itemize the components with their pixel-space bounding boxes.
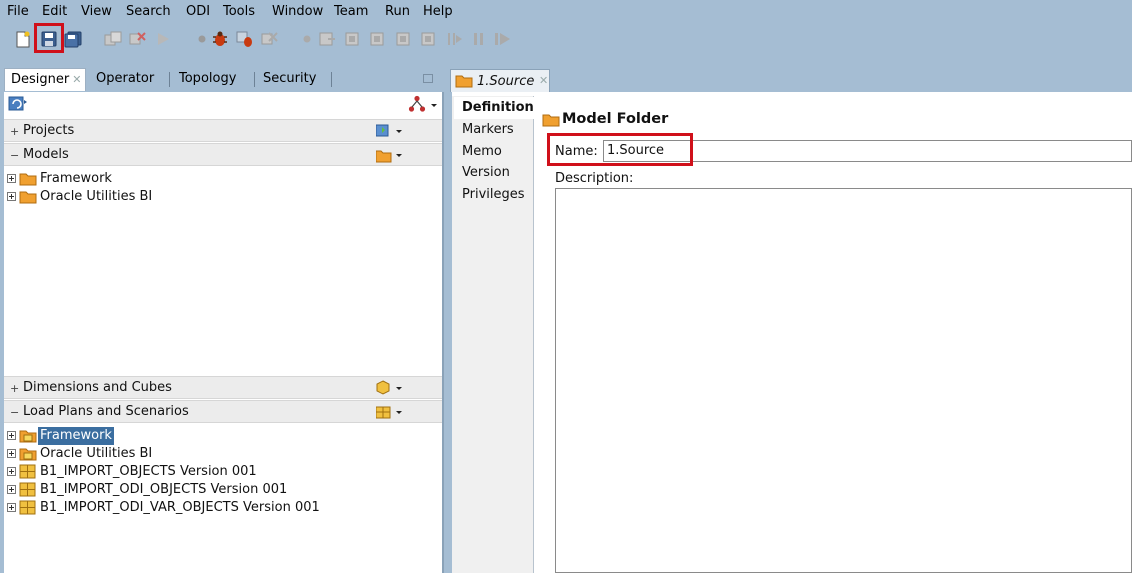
breakpoint-icon <box>193 30 211 48</box>
section-models[interactable]: − Models <box>4 143 442 166</box>
vtab-version[interactable]: Version <box>462 165 510 180</box>
dimensions-menu-icon[interactable] <box>376 380 404 396</box>
expand-icon[interactable] <box>7 174 16 183</box>
section-load-plans-and-scenarios[interactable]: − Load Plans and Scenarios <box>4 400 442 423</box>
tab-separator <box>331 72 332 87</box>
folder-icon <box>19 171 37 186</box>
debug-icon[interactable] <box>211 30 229 48</box>
folder-icon <box>542 112 560 128</box>
section-dimensions-label: Dimensions and Cubes <box>23 380 172 395</box>
expand-icon[interactable] <box>7 467 16 476</box>
close-icon[interactable]: ✕ <box>72 73 81 86</box>
expand-icon[interactable] <box>7 192 16 201</box>
tab-security[interactable]: Security <box>263 68 316 91</box>
menu-bar: File Edit View Search ODI Tools Window T… <box>0 0 1132 24</box>
step-into-icon <box>318 30 336 48</box>
step-return-icon <box>395 30 413 48</box>
section-models-label: Models <box>23 147 69 162</box>
menu-search[interactable]: Search <box>126 4 171 19</box>
delete-icon <box>129 30 147 48</box>
refresh-icon[interactable] <box>8 95 28 113</box>
projects-menu-icon[interactable] <box>375 123 404 139</box>
tab-operator[interactable]: Operator <box>96 68 154 91</box>
tab-topology[interactable]: Topology <box>179 68 236 91</box>
step-next-icon <box>420 30 438 48</box>
load-plans-menu-icon[interactable] <box>375 404 404 420</box>
toolbar <box>0 23 1132 56</box>
definition-form: Model Folder Name: 1.Source Description: <box>534 100 1132 573</box>
section-projects[interactable]: + Projects <box>4 119 442 142</box>
loadplan-folder-icon <box>19 428 37 443</box>
debug-sessions-icon[interactable] <box>236 30 254 48</box>
step-over-icon <box>344 30 362 48</box>
editor-tabs: 1.Source ✕ <box>448 68 1132 92</box>
menu-help[interactable]: Help <box>423 4 453 19</box>
section-load-plans-label: Load Plans and Scenarios <box>23 404 189 419</box>
close-icon[interactable]: ✕ <box>539 74 548 87</box>
resume-icon <box>494 30 512 48</box>
connect-navigator-icon[interactable] <box>408 95 438 113</box>
menu-edit[interactable]: Edit <box>42 4 67 19</box>
skip-icon <box>446 30 464 48</box>
section-title: Model Folder <box>562 111 669 127</box>
loadplan-folder-icon <box>19 446 37 461</box>
expand-icon[interactable] <box>7 449 16 458</box>
step-icon <box>298 30 316 48</box>
tree-item-label: Framework <box>40 171 112 186</box>
expand-icon[interactable] <box>7 431 16 440</box>
menu-file[interactable]: File <box>7 4 29 19</box>
copy-icon <box>104 30 122 48</box>
save-all-icon[interactable] <box>64 30 82 48</box>
run-icon <box>154 30 172 48</box>
tab-designer[interactable]: Designer ✕ <box>4 68 86 91</box>
editor-vertical-tabs: Definition Markers Memo Version Privileg… <box>452 96 534 573</box>
vtab-markers[interactable]: Markers <box>462 122 514 137</box>
stop-icon <box>261 30 279 48</box>
menu-team[interactable]: Team <box>334 4 368 19</box>
models-menu-icon[interactable] <box>375 147 404 163</box>
tree-item-label: B1_IMPORT_ODI_VAR_OBJECTS Version 001 <box>40 500 320 515</box>
designer-navigator: + Projects − Models Framework Oracle Uti… <box>4 92 444 573</box>
editor-tab-source[interactable]: 1.Source ✕ <box>450 69 550 92</box>
scenario-icon <box>19 464 37 479</box>
save-highlight <box>34 23 64 53</box>
tree-item-label: Oracle Utilities BI <box>40 189 153 204</box>
section-dimensions-and-cubes[interactable]: + Dimensions and Cubes <box>4 376 442 399</box>
editor-tab-label: 1.Source <box>477 74 535 89</box>
folder-icon <box>19 189 37 204</box>
menu-run[interactable]: Run <box>385 4 410 19</box>
scenario-icon <box>19 482 37 497</box>
step-out-icon <box>369 30 387 48</box>
tree-item-label: Oracle Utilities BI <box>40 446 153 461</box>
expand-icon[interactable] <box>7 503 16 512</box>
tree-item-label: B1_IMPORT_OBJECTS Version 001 <box>40 464 257 479</box>
menu-window[interactable]: Window <box>272 4 323 19</box>
tree-item-label: B1_IMPORT_ODI_OBJECTS Version 001 <box>40 482 288 497</box>
menu-view[interactable]: View <box>81 4 112 19</box>
navigator-tabs: Designer ✕ Operator Topology Security <box>4 68 444 92</box>
minimize-icon[interactable] <box>423 74 433 83</box>
vtab-definition[interactable]: Definition <box>454 97 534 119</box>
vtab-privileges[interactable]: Privileges <box>462 187 525 202</box>
vtab-memo[interactable]: Memo <box>462 144 502 159</box>
description-field[interactable] <box>555 188 1132 573</box>
tab-separator <box>169 72 170 87</box>
expand-icon[interactable] <box>7 485 16 494</box>
pause-icon <box>470 30 488 48</box>
scenario-icon <box>19 500 37 515</box>
tab-separator <box>254 72 255 87</box>
name-highlight <box>547 133 693 166</box>
tree-item-label: Framework <box>38 427 114 445</box>
menu-tools[interactable]: Tools <box>223 4 255 19</box>
section-projects-label: Projects <box>23 123 75 138</box>
folder-icon <box>455 73 473 88</box>
description-label: Description: <box>555 171 634 186</box>
menu-odi[interactable]: ODI <box>186 4 210 19</box>
tab-designer-label: Designer <box>11 72 70 87</box>
new-icon[interactable] <box>14 30 32 48</box>
